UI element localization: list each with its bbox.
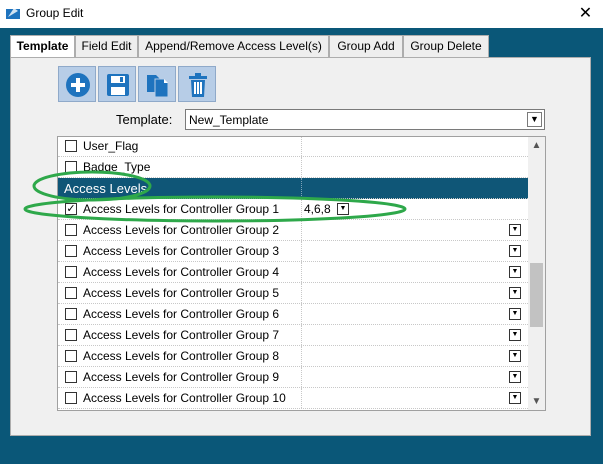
row-checkbox[interactable] [65,350,77,362]
column-divider [301,262,302,282]
tab-group-add[interactable]: Group Add [329,35,403,57]
row-checkbox[interactable] [65,371,77,383]
save-button[interactable] [98,66,136,102]
row-label: User_Flag [83,139,139,153]
row-label: Access Levels for Controller Group 4 [83,265,280,279]
row-checkbox[interactable] [65,245,77,257]
row-checkbox[interactable] [65,140,77,152]
column-divider [301,325,302,345]
chevron-down-icon[interactable]: ▼ [509,224,521,236]
tab-field-edit[interactable]: Field Edit [75,35,138,57]
add-icon [66,73,90,97]
chevron-down-icon[interactable]: ▼ [527,112,542,127]
close-button[interactable]: ✕ [568,0,603,28]
title-bar: Group Edit ✕ [0,0,603,28]
tab-template[interactable]: Template [10,35,75,58]
chevron-down-icon[interactable]: ▼ [509,329,521,341]
table-row[interactable]: Badge_Type [58,157,528,178]
scroll-up-icon[interactable]: ▲ [528,137,545,154]
chevron-down-icon[interactable]: ▼ [509,350,521,362]
grid-section-header: Access Levels [58,178,528,199]
table-row[interactable]: User_Flag [58,137,528,157]
table-row[interactable]: Access Levels for Controller Group 2 ▼ [58,220,528,241]
table-row[interactable]: Access Levels for Controller Group 3 ▼ [58,241,528,262]
column-divider [301,199,302,219]
row-label: Access Levels for Controller Group 2 [83,223,280,237]
add-button[interactable] [58,66,96,102]
column-divider [301,241,302,261]
chevron-down-icon[interactable]: ▼ [509,371,521,383]
row-checkbox[interactable] [65,161,77,173]
row-checkbox[interactable] [65,287,77,299]
row-label: Access Levels for Controller Group 9 [83,370,280,384]
column-divider [301,220,302,240]
field-grid: User_Flag Badge_Type Access Levels ✓ Access … [57,136,546,411]
row-checkbox[interactable] [65,329,77,341]
chevron-down-icon[interactable]: ▼ [509,245,521,257]
column-divider [301,157,302,177]
row-label: Access Levels for Controller Group 3 [83,244,280,258]
chevron-down-icon[interactable]: ▼ [509,308,521,320]
template-label: Template: [116,112,173,127]
app-icon [6,8,20,19]
scroll-thumb[interactable] [530,263,543,327]
scroll-down-icon[interactable]: ▼ [528,393,545,410]
chevron-down-icon[interactable]: ▼ [337,203,349,215]
row-checkbox[interactable] [65,392,77,404]
tab-append-remove-access-levels[interactable]: Append/Remove Access Level(s) [138,35,329,57]
chevron-down-icon[interactable]: ▼ [509,392,521,404]
row-label: Access Levels for Controller Group 7 [83,328,280,342]
chevron-down-icon[interactable]: ▼ [509,266,521,278]
template-select[interactable]: New_Template ▼ [185,109,545,130]
delete-button[interactable] [178,66,216,102]
row-label: Access Levels for Controller Group 8 [83,349,280,363]
copy-icon [147,75,169,98]
window-title: Group Edit [26,6,84,20]
row-label: Badge_Type [83,160,151,174]
column-divider [301,388,302,408]
table-row[interactable]: Access Levels for Controller Group 6 ▼ [58,304,528,325]
table-row[interactable]: Access Levels for Controller Group 8 ▼ [58,346,528,367]
row-value: 4,6,8 [304,202,331,216]
column-divider [301,346,302,366]
row-label: Access Levels for Controller Group 5 [83,286,280,300]
row-value-editor[interactable]: 4,6,8 ▼ [304,201,350,217]
vertical-scrollbar[interactable]: ▲ ▼ [528,137,545,410]
table-row[interactable]: Access Levels for Controller Group 4 ▼ [58,262,528,283]
delete-icon [189,73,207,97]
column-divider [301,137,302,156]
row-label: Access Levels [64,181,148,196]
save-icon [107,74,129,96]
table-row[interactable]: ✓ Access Levels for Controller Group 1 4,6… [58,199,528,220]
column-divider [301,304,302,324]
template-selected-value: New_Template [189,113,269,127]
table-row[interactable]: Access Levels for Controller Group 10 ▼ [58,388,528,409]
row-label: Access Levels for Controller Group 10 [83,391,286,405]
row-label: Access Levels for Controller Group 6 [83,307,280,321]
table-row[interactable]: Access Levels for Controller Group 5 ▼ [58,283,528,304]
row-checkbox[interactable]: ✓ [65,203,77,215]
table-row[interactable]: Access Levels for Controller Group 7 ▼ [58,325,528,346]
row-checkbox[interactable] [65,308,77,320]
chevron-down-icon[interactable]: ▼ [509,287,521,299]
column-divider [301,283,302,303]
row-label: Access Levels for Controller Group 1 [83,202,280,216]
column-divider [301,367,302,387]
tab-group-delete[interactable]: Group Delete [403,35,489,57]
table-row[interactable]: Access Levels for Controller Group 9 ▼ [58,367,528,388]
copy-button[interactable] [138,66,176,102]
row-checkbox[interactable] [65,266,77,278]
row-checkbox[interactable] [65,224,77,236]
column-divider [301,178,302,198]
